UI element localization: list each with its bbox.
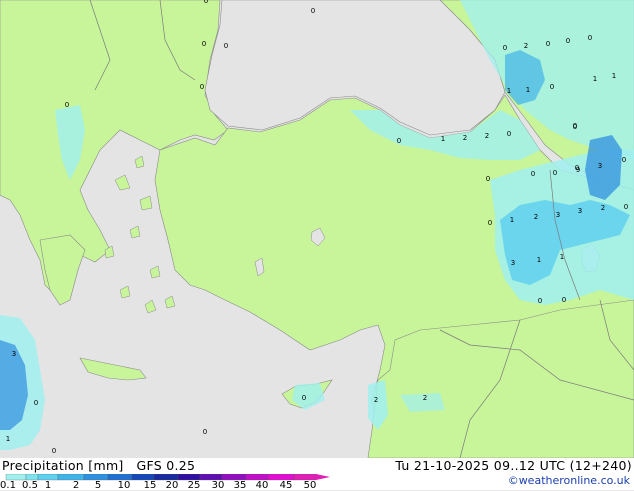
scale-tick-label: 5 <box>94 480 102 491</box>
precip-value-label: 3 <box>578 207 582 215</box>
precip-value-label: 0 <box>488 219 492 227</box>
model-label: GFS 0.25 <box>136 458 196 473</box>
precip-value-label: 1 <box>537 256 541 264</box>
precip-value-label: 0 <box>507 130 511 138</box>
precip-value-label: 0 <box>562 296 566 304</box>
precipitation-map: 000 0000 2 0 0101 1 0100 1 2 2 000 0 90300 1 2 3 3 203 1 10… <box>0 0 634 458</box>
precip-value-label: 2 <box>601 204 605 212</box>
precip-value-label: 3 <box>598 162 602 170</box>
precip-value-label: 0 <box>200 83 204 91</box>
precip-value-label: 2 <box>463 134 467 142</box>
precip-value-label: 0 <box>302 394 306 402</box>
precip-value-label: 0 <box>204 0 208 5</box>
precip-value-label: 0 <box>575 164 579 172</box>
precip-value-label: 0 <box>531 170 535 178</box>
precip-value-label: 0 <box>52 447 56 455</box>
precip-value-label: 1 <box>560 253 564 261</box>
scale-tick-label: 15 <box>143 480 157 491</box>
precip-value-label: 1 <box>526 86 530 94</box>
precip-value-label: 1 <box>593 75 597 83</box>
precip-value-label: 2 <box>423 394 427 402</box>
scale-tick-label: 50 <box>303 480 317 491</box>
precip-value-label: 2 <box>534 213 538 221</box>
precip-value-label: 0 <box>503 44 507 52</box>
precip-value-label: 1 <box>441 135 445 143</box>
precip-value-label: 2 <box>485 132 489 140</box>
precip-value-label: 1 <box>507 87 511 95</box>
scale-tick-label: 35 <box>233 480 247 491</box>
scale-ticks: 0.1 0.5 1 2 5 10 15 20 25 30 35 40 45 50 <box>0 480 330 491</box>
precip-value-label: 0 <box>546 40 550 48</box>
scale-tick-label: 0.1 <box>0 480 16 491</box>
legend-bar: Precipitation [mm] GFS 0.25 Tu 21-10-202… <box>0 458 634 491</box>
scale-tick-label: 10 <box>117 480 131 491</box>
scale-tick-label: 25 <box>187 480 201 491</box>
precip-value-label: 0 <box>34 399 38 407</box>
precip-value-label: 0 <box>397 137 401 145</box>
precip-value-label: 1 <box>510 216 514 224</box>
precip-value-label: 0 <box>65 101 69 109</box>
site-credit[interactable]: ©weatheronline.co.uk <box>508 474 630 487</box>
scale-tick-label: 2 <box>72 480 80 491</box>
precip-value-label: 0 <box>573 122 577 130</box>
precip-value-label: 3 <box>12 350 16 358</box>
precip-value-label: 0 <box>486 175 490 183</box>
precip-value-label: 3 <box>511 259 515 267</box>
scale-tick-label: 45 <box>279 480 293 491</box>
scale-tick-label: 0.5 <box>22 480 38 491</box>
map-title: Precipitation [mm] GFS 0.25 <box>2 458 196 473</box>
precip-value-label: 0 <box>622 156 626 164</box>
scale-tick-label: 30 <box>211 480 225 491</box>
valid-time: Tu 21-10-2025 09..12 UTC (12+240) <box>395 458 632 473</box>
precip-value-label: 1 <box>6 435 10 443</box>
precip-value-label: 2 <box>524 42 528 50</box>
precip-value-label: 0 <box>550 83 554 91</box>
precip-value-label: 0 <box>553 169 557 177</box>
precip-value-label: 0 <box>566 37 570 45</box>
scale-tick-label: 1 <box>44 480 52 491</box>
scale-tick-label: 20 <box>165 480 179 491</box>
precip-value-label: 3 <box>556 211 560 219</box>
precip-value-label: 0 <box>311 7 315 15</box>
precip-value-label: 0 <box>624 203 628 211</box>
precip-value-label: 1 <box>612 72 616 80</box>
precip-value-label: 0 <box>203 428 207 436</box>
scale-tick-label: 40 <box>255 480 269 491</box>
precip-value-label: 0 <box>224 42 228 50</box>
precip-value-label: 2 <box>374 396 378 404</box>
precip-value-label: 0 <box>538 297 542 305</box>
precip-value-label: 0 <box>588 34 592 42</box>
precip-value-label: 0 <box>202 40 206 48</box>
